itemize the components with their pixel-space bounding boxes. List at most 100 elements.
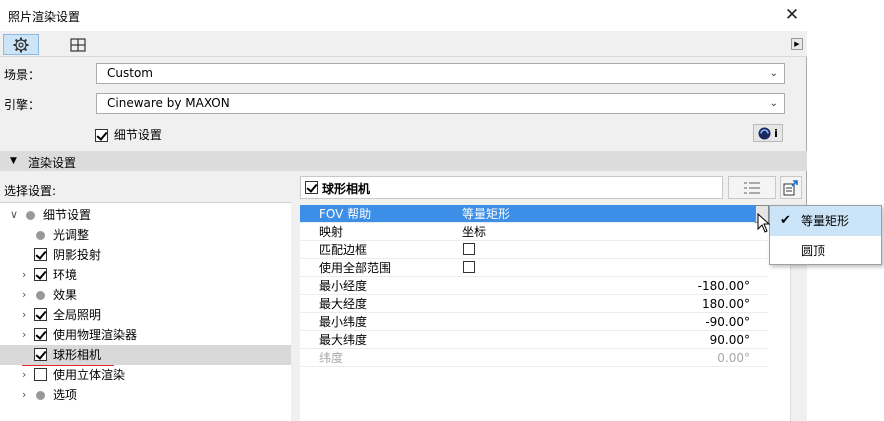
param-numeric-value[interactable]: 180.00° bbox=[702, 295, 750, 313]
chevron-right-icon[interactable]: › bbox=[22, 305, 26, 325]
select-settings-label: 选择设置: bbox=[4, 184, 57, 198]
tree-item[interactable]: › 全局照明 bbox=[0, 305, 291, 325]
window-layout-tab-button[interactable] bbox=[60, 34, 96, 55]
tree-item-label: 使用立体渲染 bbox=[53, 368, 126, 382]
detail-settings-checkbox[interactable]: 细节设置 bbox=[95, 126, 162, 143]
tree-item-checkbox[interactable] bbox=[34, 348, 47, 361]
param-numeric-value[interactable]: 90.00° bbox=[710, 331, 750, 349]
chevron-down-icon[interactable]: ∨ bbox=[10, 205, 18, 225]
cinema4d-logo-icon bbox=[758, 127, 771, 139]
panel-title: 球形相机 bbox=[322, 182, 371, 196]
param-name: 最小经度 bbox=[319, 279, 368, 293]
param-row[interactable]: 匹配边框 bbox=[300, 241, 768, 259]
tree-item-checkbox[interactable] bbox=[34, 368, 47, 381]
param-checkbox[interactable] bbox=[463, 261, 475, 273]
fov-dropdown-menu: ✔ 等量矩形圆顶 bbox=[769, 205, 882, 265]
parameter-grid: FOV 帮助 等量矩形 映射 坐标 匹配边框 使用全部范围 最小经度 -180.00° 最大经度… bbox=[300, 205, 790, 421]
grid-window-icon bbox=[70, 37, 86, 52]
param-row[interactable]: 映射 坐标 bbox=[300, 223, 768, 241]
tree-item[interactable]: › 使用立体渲染 bbox=[0, 365, 291, 385]
mouse-cursor-icon bbox=[757, 213, 771, 233]
tree-item-checkbox[interactable] bbox=[34, 308, 47, 321]
spherical-camera-header: 球形相机 bbox=[300, 176, 723, 199]
tree-item-label: 选项 bbox=[53, 388, 78, 402]
param-row[interactable]: 最大经度 180.00° bbox=[300, 295, 768, 313]
cinema4d-info-button[interactable]: i bbox=[753, 124, 783, 142]
checkbox[interactable] bbox=[95, 129, 108, 142]
engine-label: 引擎： bbox=[4, 98, 41, 112]
dropdown-option[interactable]: 圆顶 bbox=[770, 236, 881, 266]
engine-value: Cineware by MAXON bbox=[107, 96, 230, 110]
dropdown-option[interactable]: ✔ 等量矩形 bbox=[770, 206, 881, 236]
scene-value: Custom bbox=[107, 66, 153, 80]
param-row[interactable]: 最小经度 -180.00° bbox=[300, 277, 768, 295]
param-name: FOV 帮助 bbox=[319, 207, 372, 221]
chevron-right-icon[interactable]: › bbox=[22, 285, 26, 305]
param-name: 映射 bbox=[319, 225, 344, 239]
tree-item[interactable]: 阴影投射 bbox=[0, 245, 291, 265]
param-value[interactable]: 坐标 bbox=[462, 223, 486, 241]
tree-item-label: 使用物理渲染器 bbox=[53, 328, 138, 342]
param-name: 匹配边框 bbox=[319, 243, 368, 257]
param-row[interactable]: FOV 帮助 等量矩形 bbox=[300, 205, 768, 223]
param-numeric-value[interactable]: 0.00° bbox=[717, 349, 750, 367]
play-right-icon[interactable]: ▶ bbox=[791, 38, 803, 50]
list-view-button[interactable] bbox=[728, 176, 776, 199]
param-name: 最大纬度 bbox=[319, 333, 368, 347]
engine-select[interactable]: Cineware by MAXON ⌄ bbox=[96, 93, 785, 114]
dropdown-option-label: 等量矩形 bbox=[801, 214, 850, 228]
tree-item-checkbox[interactable] bbox=[34, 328, 47, 341]
chevron-right-icon[interactable]: › bbox=[22, 385, 26, 405]
settings-tree: ∨ 细节设置 光调整 阴影投射 › 环境 › 效果 › 全局照明 › 使用物理渲染器 球形相机 › 使用立体… bbox=[0, 202, 291, 421]
section-title: 渲染设置 bbox=[28, 156, 77, 170]
param-row[interactable]: 使用全部范围 bbox=[300, 259, 768, 277]
param-name: 使用全部范围 bbox=[319, 261, 392, 275]
export-button[interactable] bbox=[780, 176, 802, 199]
title-bar: 照片渲染设置 ✕ bbox=[0, 0, 807, 31]
param-name: 最小纬度 bbox=[319, 315, 368, 329]
param-name: 最大经度 bbox=[319, 297, 368, 311]
tree-item[interactable]: 球形相机 bbox=[0, 345, 291, 365]
tree-item-label: 效果 bbox=[53, 288, 78, 302]
param-value[interactable]: 等量矩形 bbox=[462, 205, 510, 223]
tree-item[interactable]: 光调整 bbox=[0, 225, 291, 245]
param-row[interactable]: 最小纬度 -90.00° bbox=[300, 313, 768, 331]
param-numeric-value[interactable]: -90.00° bbox=[705, 313, 750, 331]
tree-item[interactable]: › 选项 bbox=[0, 385, 291, 405]
tree-item[interactable]: › 效果 bbox=[0, 285, 291, 305]
tree-item[interactable]: › 使用物理渲染器 bbox=[0, 325, 291, 345]
scene-label: 场景： bbox=[4, 68, 41, 82]
tree-item-label: 细节设置 bbox=[43, 208, 92, 222]
spherical-camera-checkbox[interactable] bbox=[305, 181, 318, 194]
scene-select[interactable]: Custom ⌄ bbox=[96, 63, 785, 84]
chevron-down-icon: ⌄ bbox=[769, 68, 778, 79]
gear-icon bbox=[13, 37, 29, 52]
chevron-right-icon[interactable]: › bbox=[22, 265, 26, 285]
chevron-right-icon[interactable]: › bbox=[22, 325, 26, 345]
tree-item[interactable]: ∨ 细节设置 bbox=[0, 205, 291, 225]
render-settings-section-header[interactable]: ▼ 渲染设置 bbox=[0, 151, 807, 171]
tree-item-label: 阴影投射 bbox=[53, 248, 102, 262]
status-dot-icon bbox=[26, 211, 35, 220]
status-dot-icon bbox=[36, 291, 45, 300]
collapse-triangle-icon: ▼ bbox=[10, 156, 17, 166]
checkmark-icon: ✔ bbox=[780, 213, 791, 228]
close-icon[interactable]: ✕ bbox=[782, 4, 802, 26]
status-dot-icon bbox=[36, 391, 45, 400]
dropdown-option-label: 圆顶 bbox=[801, 244, 826, 258]
param-numeric-value[interactable]: -180.00° bbox=[698, 277, 750, 295]
chevron-right-icon[interactable]: › bbox=[22, 365, 26, 385]
param-row[interactable]: 最大纬度 90.00° bbox=[300, 331, 768, 349]
tree-item-checkbox[interactable] bbox=[34, 248, 47, 261]
tree-item-checkbox[interactable] bbox=[34, 268, 47, 281]
tree-item-label: 全局照明 bbox=[53, 308, 102, 322]
status-dot-icon bbox=[36, 231, 45, 240]
list-icon bbox=[744, 181, 760, 194]
param-row[interactable]: 纬度 0.00° bbox=[300, 349, 768, 367]
export-icon bbox=[783, 179, 798, 195]
chevron-down-icon: ⌄ bbox=[769, 98, 778, 109]
tree-item[interactable]: › 环境 bbox=[0, 265, 291, 285]
param-checkbox[interactable] bbox=[463, 243, 475, 255]
info-icon: i bbox=[774, 126, 778, 140]
settings-tab-button[interactable] bbox=[3, 34, 39, 55]
